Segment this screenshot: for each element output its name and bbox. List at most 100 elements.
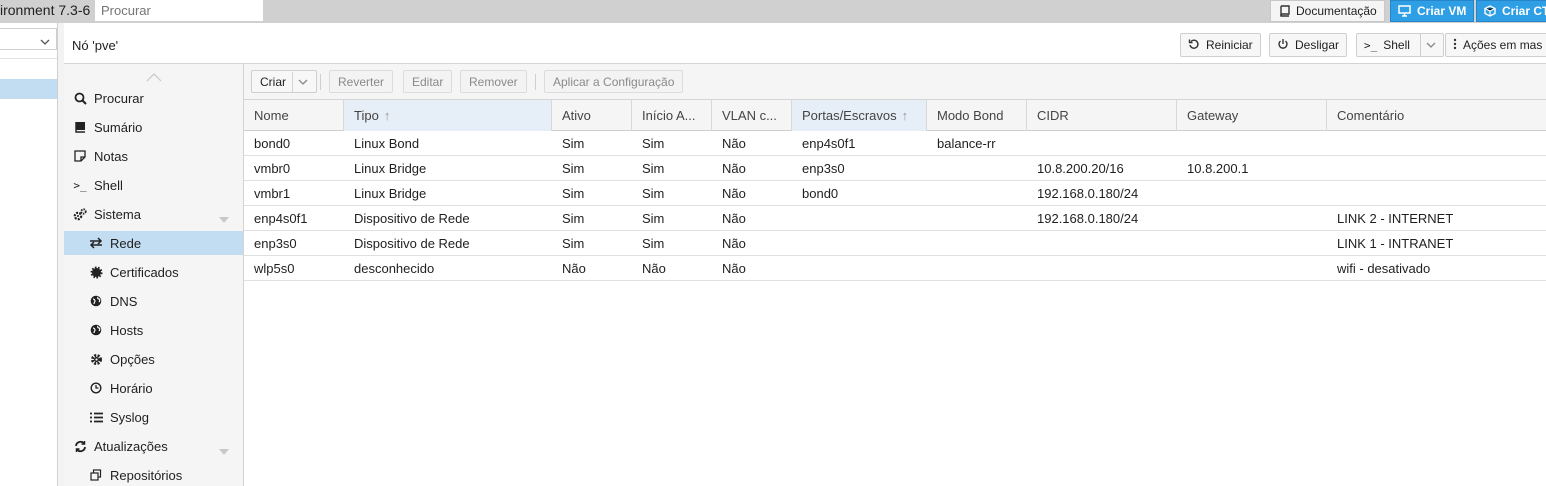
- column-header-bond-mode[interactable]: Modo Bond: [927, 100, 1027, 131]
- cell-ports-slaves: enp4s0f1: [802, 135, 856, 151]
- menu-item-notes[interactable]: Notas: [64, 144, 243, 168]
- menu-item-search[interactable]: Procurar: [64, 86, 243, 110]
- column-header-vlan[interactable]: VLAN c...: [712, 100, 792, 131]
- node-header: Nó 'pve' Reiniciar Desligar >_ Shell Açõ…: [64, 23, 1546, 64]
- create-ct-button[interactable]: Criar CT: [1476, 0, 1546, 22]
- header-label: Gateway: [1187, 108, 1239, 123]
- create-vm-button[interactable]: Criar VM: [1390, 0, 1475, 22]
- top-bar: ironment 7.3-6 Documentação Criar VM Cri…: [0, 0, 1546, 23]
- table-row[interactable]: bond0 Linux Bond Sim Sim Não enp4s0f1 balance-…: [244, 131, 1546, 156]
- edit-button[interactable]: Editar: [403, 70, 453, 93]
- column-header-type[interactable]: Tipo ↑: [344, 100, 552, 131]
- chevron-down-icon[interactable]: [219, 211, 229, 226]
- column-header-comment[interactable]: Comentário: [1327, 100, 1546, 131]
- search-input[interactable]: [95, 0, 263, 21]
- revert-button[interactable]: Reverter: [329, 70, 394, 93]
- cell-gateway: [1177, 206, 1327, 230]
- column-header-active[interactable]: Ativo: [552, 100, 632, 131]
- network-panel: Criar Reverter Editar Remover Aplicar a …: [244, 64, 1546, 486]
- cell-type: Dispositivo de Rede: [354, 235, 470, 251]
- undo-icon: [1188, 38, 1200, 53]
- cell-cidr: [1027, 256, 1177, 280]
- cell-cidr: 192.168.0.180/24: [1037, 185, 1139, 201]
- node-menu: Procurar Sumário Notas >_ Shell Sistema …: [64, 64, 244, 486]
- cell-vlan: Não: [722, 135, 746, 151]
- cell-name: vmbr1: [254, 185, 291, 201]
- menu-item-summary[interactable]: Sumário: [64, 115, 243, 139]
- table-row[interactable]: vmbr1 Linux Bridge Sim Sim Não bond0 192.168.0…: [244, 181, 1546, 206]
- create-label: Criar: [260, 74, 286, 89]
- cell-ports-slaves: enp3s0: [802, 160, 845, 176]
- menu-item-label: Notas: [94, 148, 128, 164]
- more-actions-button[interactable]: Ações em mas: [1445, 33, 1546, 57]
- menu-item-dns[interactable]: DNS: [64, 289, 243, 313]
- shutdown-button[interactable]: Desligar: [1269, 33, 1348, 57]
- menu-item-hosts[interactable]: Hosts: [64, 318, 243, 342]
- more-actions-label: Ações em mas: [1463, 38, 1543, 52]
- remove-button[interactable]: Remover: [460, 70, 527, 93]
- chevron-down-icon[interactable]: [219, 443, 229, 458]
- menu-item-certificates[interactable]: Certificados: [64, 260, 243, 284]
- menu-item-repositories[interactable]: Repositórios: [64, 463, 243, 486]
- cell-active: Sim: [562, 160, 585, 176]
- chevron-down-icon[interactable]: [1419, 34, 1436, 56]
- reboot-button[interactable]: Reiniciar: [1180, 33, 1261, 57]
- column-header-autostart[interactable]: Início A...: [632, 100, 712, 131]
- shell-label: Shell: [1383, 38, 1410, 52]
- table-row[interactable]: enp3s0 Dispositivo de Rede Sim Sim Não LINK 1…: [244, 231, 1546, 256]
- menu-item-syslog[interactable]: Syslog: [64, 405, 243, 429]
- tree-item-selected[interactable]: [0, 79, 57, 99]
- menu-item-updates[interactable]: Atualizações: [64, 434, 243, 458]
- chevron-up-icon[interactable]: [146, 70, 162, 85]
- cell-comment: [1327, 156, 1546, 180]
- table-row[interactable]: enp4s0f1 Dispositivo de Rede Sim Sim Não 192.…: [244, 206, 1546, 231]
- shell-button[interactable]: >_ Shell: [1356, 33, 1444, 57]
- menu-item-network[interactable]: Rede: [64, 231, 243, 255]
- cube-icon: [1484, 5, 1496, 17]
- cell-gateway: [1177, 181, 1327, 205]
- create-vm-label: Criar VM: [1417, 4, 1467, 18]
- cell-ports-slaves: bond0: [802, 185, 839, 201]
- menu-item-label: DNS: [110, 293, 138, 309]
- cell-cidr: [1027, 131, 1177, 155]
- cell-type: Linux Bridge: [354, 160, 427, 176]
- table-row[interactable]: wlp5s0 desconhecido Não Não Não wifi - desati…: [244, 256, 1546, 281]
- header-label: VLAN c...: [722, 108, 777, 123]
- tree-item[interactable]: [0, 58, 57, 78]
- cell-vlan: Não: [722, 160, 746, 176]
- menu-item-system[interactable]: Sistema: [64, 202, 243, 226]
- menu-item-time[interactable]: Horário: [64, 376, 243, 400]
- cell-gateway: 10.8.200.1: [1187, 160, 1249, 176]
- book-icon: [73, 120, 87, 134]
- terminal-icon: >_: [73, 178, 87, 192]
- column-header-gateway[interactable]: Gateway: [1177, 100, 1327, 131]
- cell-name: enp3s0: [254, 235, 297, 251]
- column-header-ports-slaves[interactable]: Portas/Escravos ↑: [792, 100, 927, 131]
- documentation-label: Documentação: [1296, 4, 1377, 18]
- menu-item-shell[interactable]: >_ Shell: [64, 173, 243, 197]
- cell-active: Sim: [562, 235, 585, 251]
- documentation-button[interactable]: Documentação: [1270, 0, 1385, 22]
- column-header-name[interactable]: Nome: [244, 100, 344, 131]
- cell-bond-mode: [927, 231, 1027, 255]
- cogs-icon: [73, 207, 87, 221]
- header-label: Modo Bond: [937, 108, 1004, 123]
- apply-configuration-button[interactable]: Aplicar a Configuração: [544, 70, 684, 93]
- view-selector[interactable]: [0, 28, 57, 50]
- power-icon: [1277, 38, 1289, 53]
- cell-autostart: Sim: [642, 210, 665, 226]
- menu-item-options[interactable]: Opções: [64, 347, 243, 371]
- column-header-cidr[interactable]: CIDR: [1027, 100, 1177, 131]
- cell-cidr: 10.8.200.20/16: [1037, 160, 1124, 176]
- create-button[interactable]: Criar: [251, 70, 317, 93]
- grid-header: Nome Tipo ↑ Ativo Início A... VLAN c... P…: [244, 100, 1546, 131]
- cell-cidr: [1027, 231, 1177, 255]
- header-label: Tipo: [354, 108, 379, 123]
- cell-name: bond0: [254, 135, 291, 151]
- remove-label: Remover: [469, 74, 518, 89]
- menu-item-label: Horário: [110, 380, 153, 396]
- table-row[interactable]: vmbr0 Linux Bridge Sim Sim Não enp3s0 10.8.200…: [244, 156, 1546, 181]
- cell-ports-slaves: [792, 256, 927, 280]
- cell-vlan: Não: [722, 185, 746, 201]
- sort-up-icon: ↑: [383, 108, 391, 123]
